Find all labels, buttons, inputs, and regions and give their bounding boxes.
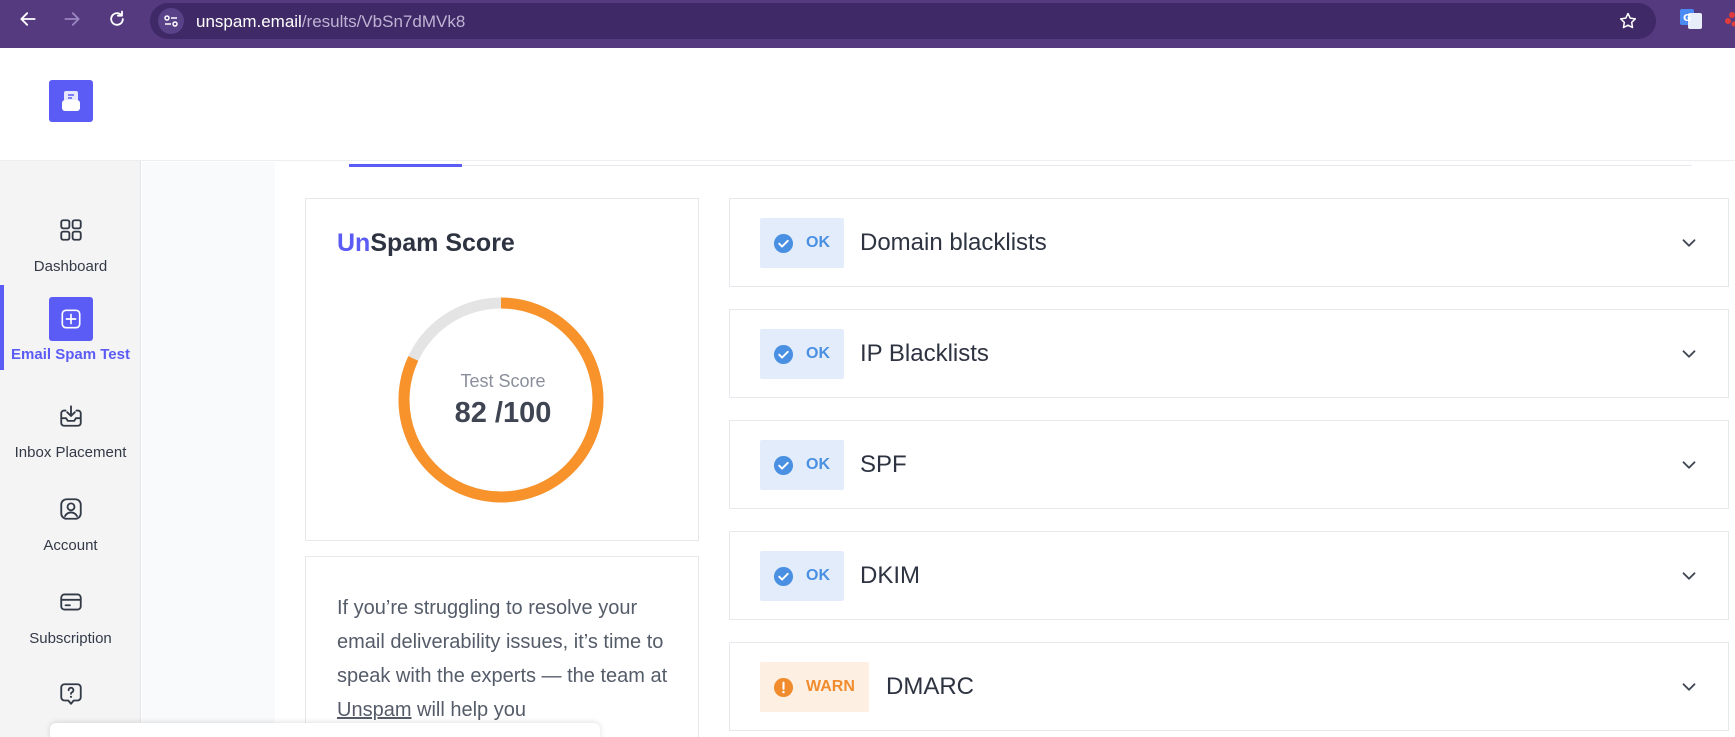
sidebar-item-subscription[interactable]: Subscription <box>0 580 141 664</box>
sidebar-item-label: Email Spam Test <box>11 346 130 363</box>
back-arrow-icon[interactable] <box>17 8 39 30</box>
status-badge: WARN <box>760 662 869 712</box>
sidebar-item-dashboard[interactable]: Dashboard <box>0 208 141 292</box>
unspam-score-card: UnSpam Score Test Score 82 /100 <box>305 198 699 541</box>
svg-text:G: G <box>1683 13 1691 24</box>
address-bar[interactable]: unspam.email/results/VbSn7dMVk8 <box>150 3 1656 39</box>
gauge-label: Test Score <box>460 371 546 391</box>
check-name: IP Blacklists <box>860 340 989 367</box>
tabs-divider <box>349 165 1692 166</box>
status-badge: OK <box>760 218 844 268</box>
url-text[interactable]: unspam.email/results/VbSn7dMVk8 <box>196 12 465 32</box>
check-row-dmarc[interactable]: WARN DMARC <box>729 642 1729 731</box>
score-title: UnSpam Score <box>337 229 515 257</box>
translate-extension-icon[interactable]: G <box>1680 9 1702 29</box>
unspam-link[interactable]: Unspam <box>337 699 411 721</box>
check-name: Domain blacklists <box>860 229 1047 256</box>
sidebar: Dashboard Email Spam Test Inbox Placemen… <box>0 161 141 737</box>
site-settings-icon[interactable] <box>158 8 184 34</box>
sidebar-item-label: Dashboard <box>33 258 108 275</box>
sidebar-item-label: Subscription <box>29 630 112 647</box>
check-row-ip-blacklists[interactable]: OK IP Blacklists <box>729 309 1729 398</box>
user-circle-icon <box>51 489 91 529</box>
app-header <box>0 48 1735 161</box>
check-circle-icon <box>773 233 794 253</box>
sidebar-item-inbox-placement[interactable]: Inbox Placement <box>0 394 141 478</box>
check-circle-icon <box>773 455 794 475</box>
status-badge: OK <box>760 551 844 601</box>
bookmark-star-icon[interactable] <box>1618 11 1638 31</box>
grid-icon <box>51 210 91 250</box>
inbox-download-icon <box>51 396 91 436</box>
chevron-down-icon[interactable] <box>1678 565 1700 587</box>
chevron-down-icon[interactable] <box>1678 343 1700 365</box>
status-badge: OK <box>760 440 844 490</box>
plus-square-icon <box>48 297 93 341</box>
check-name: SPF <box>860 451 907 478</box>
sidebar-item-email-spam-test[interactable]: Email Spam Test <box>0 285 141 379</box>
browser-toolbar: unspam.email/results/VbSn7dMVk8 G <box>0 0 1735 48</box>
credit-card-icon <box>51 582 91 622</box>
check-circle-icon <box>773 344 794 364</box>
bottom-popup-panel <box>50 723 600 737</box>
help-text: If you’re struggling to resolve your ema… <box>337 597 668 721</box>
unspam-logo[interactable] <box>49 80 93 122</box>
status-badge: OK <box>760 329 844 379</box>
check-name: DKIM <box>860 562 920 589</box>
chevron-down-icon[interactable] <box>1678 676 1700 698</box>
sidebar-item-label: Account <box>43 537 98 554</box>
help-chat-icon <box>51 674 91 714</box>
active-tab-indicator[interactable] <box>349 164 462 167</box>
check-row-dkim[interactable]: OK DKIM <box>729 531 1729 620</box>
forward-arrow-icon[interactable] <box>61 8 83 30</box>
chevron-down-icon[interactable] <box>1678 454 1700 476</box>
check-row-spf[interactable]: OK SPF <box>729 420 1729 509</box>
chevron-down-icon[interactable] <box>1678 232 1700 254</box>
check-row-domain-blacklists[interactable]: OK Domain blacklists <box>729 198 1729 287</box>
check-name: DMARC <box>886 673 974 700</box>
help-card: If you’re struggling to resolve your ema… <box>305 556 699 737</box>
gauge-value: 82 /100 <box>454 397 552 429</box>
extension-icon[interactable] <box>1724 9 1735 29</box>
check-circle-icon <box>773 566 794 586</box>
sidebar-item-label: Inbox Placement <box>14 444 127 461</box>
sidebar-item-account[interactable]: Account <box>0 487 141 571</box>
reload-icon[interactable] <box>106 8 128 30</box>
warning-circle-icon <box>773 677 794 697</box>
